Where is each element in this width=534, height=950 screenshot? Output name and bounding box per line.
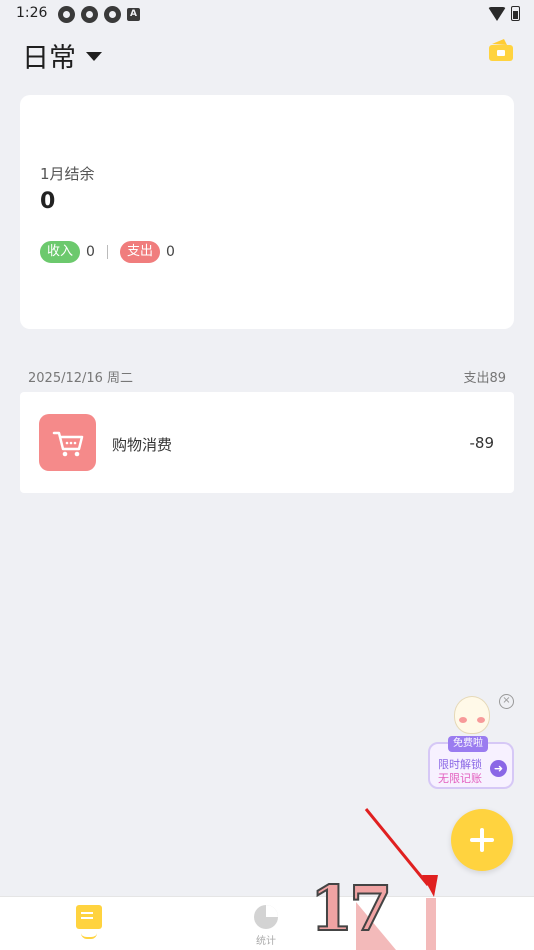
notification-app-icon [81, 6, 98, 23]
battery-icon [511, 6, 520, 21]
month-label: 1月结余 [40, 165, 95, 183]
notification-app-icon [104, 6, 121, 23]
day-total: 支出89 [463, 371, 506, 386]
add-record-button[interactable] [451, 809, 513, 871]
ledger-name: 日常 [22, 43, 76, 74]
expense-tag: 支出 [119, 241, 160, 263]
ledger-selector[interactable]: 日常 [22, 36, 102, 75]
promo-line2: 无限记账 [438, 772, 482, 785]
transaction-amount: -89 [469, 434, 495, 452]
tab-stats[interactable]: 统计 [248, 905, 284, 947]
transaction-row[interactable]: 购物消费 -89 [20, 392, 514, 493]
wallet-icon[interactable] [488, 38, 514, 62]
pie-chart-icon [254, 905, 278, 929]
transaction-category: 购物消费 [112, 436, 173, 454]
status-time: 1:26 [16, 5, 48, 21]
red-arrow-icon [364, 808, 438, 897]
month-balance: 0 [40, 189, 56, 214]
promo-badge: 免费啦 [448, 736, 488, 752]
divider [106, 245, 108, 259]
income-value: 0 [86, 244, 95, 260]
income-expense-row: 收入 0 支出 0 [40, 241, 181, 263]
status-bar: 1:26 A [0, 0, 534, 28]
monthly-summary-card: 1月结余 0 收入 0 支出 0 [20, 95, 514, 329]
notification-a-icon: A [127, 8, 140, 21]
bill-icon [76, 905, 102, 929]
tab-stats-label: 统计 [256, 936, 276, 947]
expense-value: 0 [165, 244, 175, 260]
tab-bills[interactable] [72, 905, 106, 939]
system-icons [488, 6, 520, 21]
income-tag: 收入 [40, 241, 81, 263]
active-indicator [81, 933, 97, 939]
day-date: 2025/12/16 周二 [28, 371, 134, 386]
close-icon[interactable]: × [499, 694, 514, 709]
shopping-cart-icon [39, 414, 96, 471]
caret-down-icon [86, 52, 102, 61]
notification-app-icon [58, 6, 75, 23]
notification-icons: A [58, 6, 140, 23]
promo-widget[interactable]: × 限时解锁 无限记账 ➜ 免费啦 [426, 690, 518, 792]
arrow-right-icon: ➜ [490, 760, 507, 777]
bottom-nav: 统计 [0, 896, 534, 950]
chick-mascot-icon [454, 696, 490, 734]
wifi-icon [488, 6, 506, 21]
